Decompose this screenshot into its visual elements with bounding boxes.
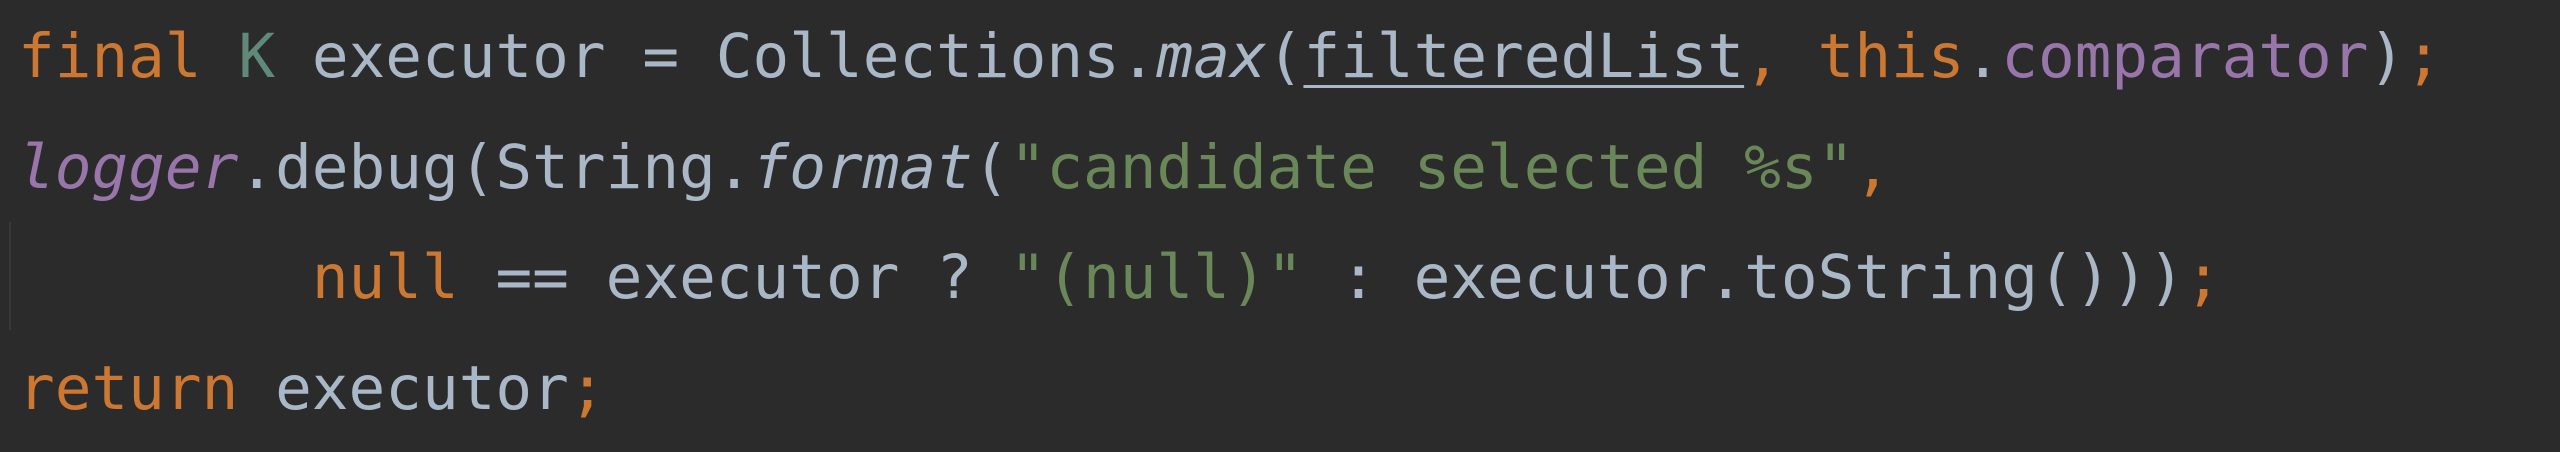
method-max: max: [1156, 21, 1267, 92]
code-line-3[interactable]: null == executor ? "(null)" : executor.t…: [18, 228, 2222, 328]
code-line-4[interactable]: return executor;: [18, 339, 606, 439]
open-paren: (: [1266, 21, 1304, 92]
return-value-text: executor: [238, 353, 569, 424]
field-logger: logger: [18, 132, 239, 203]
indent-guide: [9, 222, 11, 330]
ternary-condition-text: == executor ?: [458, 242, 1010, 313]
type-parameter-k: K: [238, 21, 276, 92]
variable-filtered-list: filteredList: [1303, 21, 1745, 92]
semicolon: ;: [2184, 242, 2222, 313]
open-paren: (: [972, 132, 1010, 203]
code-editor[interactable]: final K executor = Collections.max(filte…: [0, 0, 2560, 452]
code-line-1[interactable]: final K executor = Collections.max(filte…: [18, 7, 2442, 107]
string-literal-format: "candidate selected %s": [1009, 132, 1855, 203]
declaration-text: executor = Collections.: [275, 21, 1157, 92]
code-line-2[interactable]: logger.debug(String.format("candidate se…: [18, 118, 1891, 218]
keyword-null: null: [311, 242, 459, 313]
debug-call-text: .debug(String.: [238, 132, 753, 203]
ternary-else-text: : executor.toString())): [1303, 242, 2185, 313]
string-literal-null: "(null)": [1009, 242, 1304, 313]
indentation: [18, 242, 312, 313]
semicolon: ;: [568, 353, 606, 424]
keyword-final: final: [18, 21, 202, 92]
keyword-this: this: [1817, 21, 1965, 92]
semicolon: ;: [2405, 21, 2442, 92]
comma: ,: [1854, 132, 1892, 203]
comma: ,: [1744, 21, 1818, 92]
dot: .: [1964, 21, 2002, 92]
field-comparator: comparator: [2001, 21, 2369, 92]
keyword-return: return: [18, 353, 239, 424]
close-paren: ): [2368, 21, 2406, 92]
method-format: format: [752, 132, 973, 203]
